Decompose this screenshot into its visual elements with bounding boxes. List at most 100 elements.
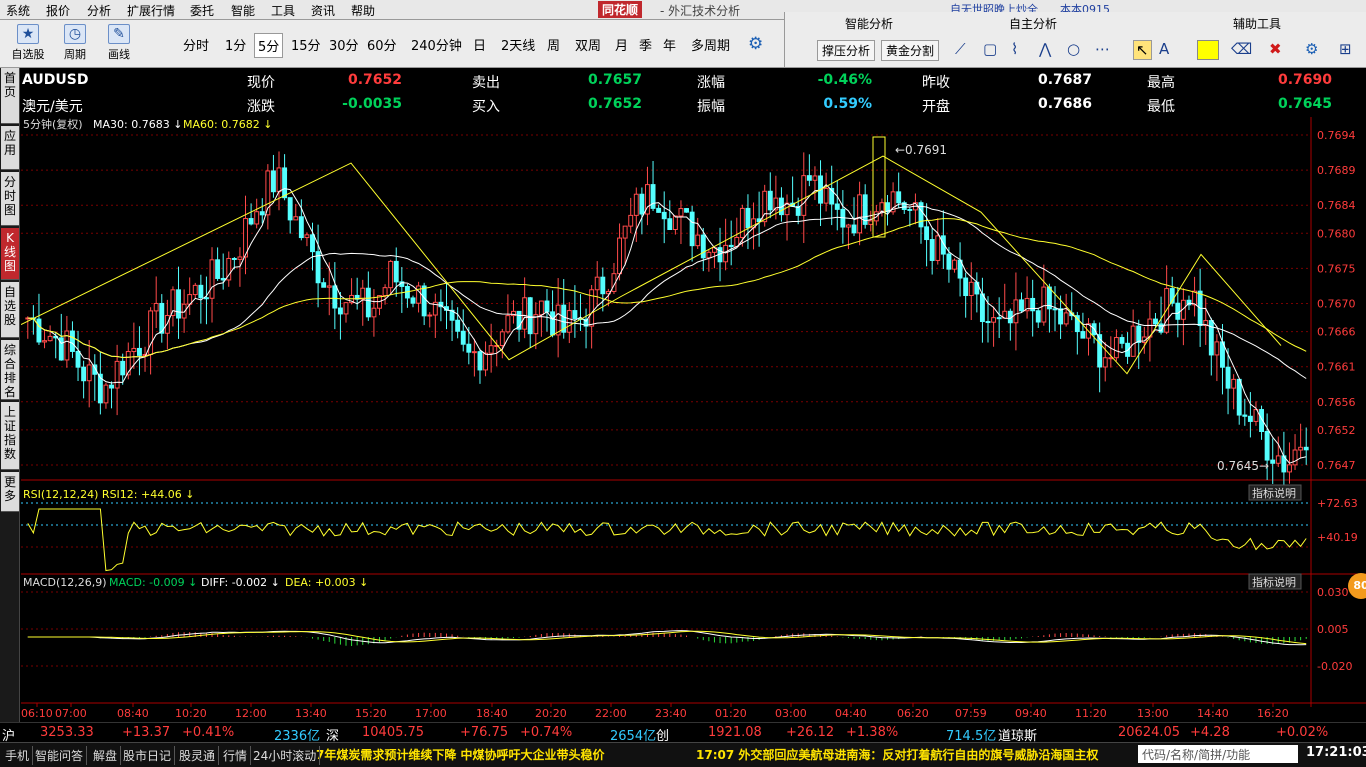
candle-body [337, 307, 343, 315]
candle-body [544, 300, 550, 313]
nav-tab-3[interactable]: K 线 图 [1, 228, 19, 280]
self-analysis-header[interactable]: 自主分析 [1009, 15, 1057, 32]
polyline-tool-icon[interactable]: ⌇ [1011, 40, 1018, 58]
high-label: ←0.7691 [895, 143, 947, 157]
aux-tools-header[interactable]: 辅助工具 [1233, 15, 1281, 32]
period-tab-13[interactable]: 年 [660, 33, 679, 56]
rsi-info-label[interactable]: 指标说明 [1252, 486, 1296, 500]
period-tab-7[interactable]: 日 [470, 33, 489, 56]
candle-body [1208, 320, 1214, 356]
bottom-button-3[interactable]: 股市日记 [120, 746, 176, 765]
macd-label: MACD(12,26,9) [23, 576, 107, 589]
delete-icon[interactable]: ✖ [1269, 40, 1282, 58]
candle-body [700, 234, 706, 259]
candle-body [834, 203, 840, 210]
candle-body [762, 190, 768, 223]
menu-system[interactable]: 系统 [6, 2, 30, 19]
nav-tab-4[interactable]: 自 选 股 [1, 282, 19, 338]
bottom-button-2[interactable]: 解盘 [90, 746, 122, 765]
rectangle-tool-icon[interactable]: ▢ [983, 40, 997, 58]
period-tab-10[interactable]: 双周 [572, 33, 604, 56]
price-tick: 0.7647 [1317, 459, 1356, 472]
period-tab-4[interactable]: 30分 [326, 33, 362, 56]
candle-body [1236, 378, 1242, 416]
nav-tab-1[interactable]: 应 用 [1, 126, 19, 170]
nav-tab-5[interactable]: 综 合 排 名 [1, 340, 19, 400]
time-tick: 13:40 [295, 707, 327, 720]
period-tab-1[interactable]: 1分 [222, 33, 249, 56]
expand-icon[interactable]: ⊞ [1339, 40, 1352, 58]
golden-section-button[interactable]: 黄金分割 [881, 40, 940, 61]
period-button[interactable]: ◷ 周期 [55, 24, 95, 62]
high-marker-box [872, 136, 886, 238]
period-tab-6[interactable]: 240分钟 [408, 33, 465, 56]
candle-body [935, 235, 941, 261]
watchlist-button[interactable]: ★ 自选股 [8, 24, 48, 62]
period-tab-0[interactable]: 分时 [180, 33, 212, 56]
time-tick: 18:40 [476, 707, 508, 720]
period-tab-2[interactable]: 5分 [254, 33, 284, 58]
candle-body [282, 167, 288, 199]
period-tab-11[interactable]: 月 [612, 33, 631, 56]
period-tab-8[interactable]: 2天线 [498, 33, 538, 56]
candle-body [1119, 337, 1125, 344]
nav-tab-6[interactable]: 上 证 指 数 [1, 402, 19, 470]
bottom-button-5[interactable]: 行情 [220, 746, 252, 765]
macd-tick: -0.020 [1317, 660, 1352, 673]
bottom-button-4[interactable]: 股灵通 [176, 746, 220, 765]
text-tool-icon[interactable]: A [1159, 40, 1169, 58]
nav-tab-7[interactable]: 更 多 [1, 472, 19, 512]
news-ticker-2[interactable]: 17:07 外交部回应美航母进南海：反对打着航行自由的旗号威胁沿海国主权 [696, 746, 1098, 763]
news-ticker[interactable]: 7年煤炭需求预计维续下降 中煤协呼吁大企业带头稳价 [316, 746, 605, 763]
support-resistance-button[interactable]: 撑压分析 [817, 40, 876, 61]
index-item: +0.74% [520, 725, 573, 740]
candle-body [1080, 331, 1086, 339]
nav-tab-2[interactable]: 分 时 图 [1, 172, 19, 226]
nav-tab-0[interactable]: 首 页 [1, 68, 19, 124]
settings-icon[interactable]: ⚙ [1305, 40, 1318, 58]
wave-tool-icon[interactable]: ⋀ [1039, 40, 1051, 58]
candle-body [69, 330, 75, 352]
period-tab-12[interactable]: 季 [636, 33, 655, 56]
erase-icon[interactable]: ⌫ [1231, 40, 1252, 58]
candle-body [1298, 446, 1304, 451]
candle-body [220, 277, 226, 281]
cursor-icon[interactable]: ↖ [1133, 40, 1152, 60]
menu-tools[interactable]: 工具 [271, 2, 295, 19]
search-input[interactable]: 代码/名称/简拼/功能 [1138, 745, 1298, 763]
time-tick: 07:59 [955, 707, 987, 720]
more-tools-icon[interactable]: ⋯ [1095, 40, 1110, 58]
bottom-button-1[interactable]: 智能问答 [32, 746, 88, 765]
candle-body [784, 202, 790, 216]
menu-extended[interactable]: 扩展行情 [127, 2, 175, 19]
candle-body [527, 297, 533, 335]
circle-tool-icon[interactable]: ○ [1067, 40, 1080, 58]
menu-quote[interactable]: 报价 [46, 2, 70, 19]
candle-body [896, 191, 902, 204]
period-tab-3[interactable]: 15分 [288, 33, 324, 56]
quote-value: 0.7645 [1277, 96, 1332, 112]
gear-icon[interactable]: ⚙ [748, 34, 763, 54]
kline-chart[interactable]: 0.7694 0.7689 0.7684 0.7680 0.7675 0.7670 0.76… [21, 117, 1366, 722]
period-tab-9[interactable]: 周 [544, 33, 563, 56]
kline-chart-area[interactable]: 0.7694 0.7689 0.7684 0.7680 0.7675 0.7670 0.76… [21, 117, 1366, 722]
period-tab-5[interactable]: 60分 [364, 33, 400, 56]
smart-analysis-header[interactable]: 智能分析 [845, 15, 893, 32]
ma-line-5 [27, 183, 1307, 464]
bottom-button-0[interactable]: 手机 [2, 746, 34, 765]
menu-help[interactable]: 帮助 [351, 2, 375, 19]
menu-smart[interactable]: 智能 [231, 2, 255, 19]
color-swatch[interactable] [1197, 40, 1219, 60]
macd-tick: 0.005 [1317, 623, 1349, 636]
line-tool-icon[interactable]: ⟋ [955, 40, 966, 58]
menu-trade[interactable]: 委托 [190, 2, 214, 19]
candle-body [991, 317, 997, 323]
candle-body [332, 285, 338, 309]
candle-body [393, 260, 399, 283]
bottom-button-6[interactable]: 24小时滚动 [250, 746, 321, 765]
menu-analysis[interactable]: 分析 [87, 2, 111, 19]
period-tab-14[interactable]: 多周期 [688, 33, 733, 56]
menu-news[interactable]: 资讯 [311, 2, 335, 19]
draw-line-button[interactable]: ✎ 画线 [99, 24, 139, 62]
macd-info-label[interactable]: 指标说明 [1252, 575, 1296, 589]
